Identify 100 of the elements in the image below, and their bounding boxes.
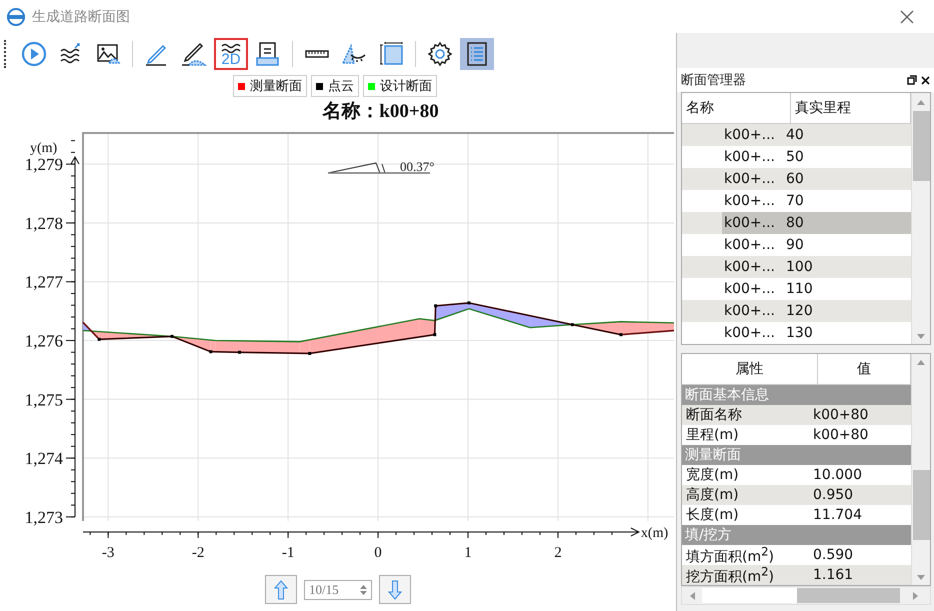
axis-label: -1 — [282, 545, 294, 561]
table-cell-text: k00+... — [723, 236, 776, 255]
section-row[interactable]: k00+... 120 — [682, 300, 911, 322]
property-row[interactable]: 断面名称 k00+80 — [682, 405, 911, 425]
point-marker — [467, 301, 470, 304]
property-value: 0.590 — [812, 547, 854, 563]
table-cell-text: 90 — [785, 236, 805, 255]
property-name: 高度(m) — [685, 486, 740, 504]
table-cell-text: k00+... — [723, 126, 776, 145]
axis-label: 1,276 — [24, 332, 63, 351]
square-icon — [378, 41, 404, 67]
scroll-arrow-icon[interactable] — [917, 574, 925, 580]
property-row[interactable]: 高度(m) 0.950 — [682, 485, 911, 505]
point-marker — [238, 350, 242, 354]
section-row[interactable]: k00+... 60 — [682, 168, 911, 190]
property-value: 11.704 — [812, 507, 863, 523]
window-title: 生成道路断面图 — [32, 8, 131, 26]
play-icon — [21, 41, 47, 67]
scroll-arrow-icon[interactable] — [917, 360, 925, 365]
axis-label: 0 — [374, 545, 382, 561]
column-header[interactable]: 名称 — [682, 93, 791, 123]
table-cell-text: 60 — [785, 170, 805, 189]
axis-label: 1,275 — [24, 390, 63, 410]
scroll-thumb[interactable] — [912, 470, 930, 540]
arrow-down-icon — [388, 580, 402, 600]
property-name: 挖方面积(m$^{2}$) — [685, 564, 775, 586]
chart-title: 名称：k00+80 — [321, 100, 440, 124]
property-value: 0.950 — [812, 487, 854, 503]
group-header: 断面基本信息 — [682, 385, 911, 405]
axis-label: 1,279 — [24, 155, 63, 174]
axis-label: -3 — [102, 545, 114, 561]
axis-label: 1,273 — [24, 508, 63, 527]
table-cell-text: k00+... — [723, 258, 776, 277]
property-value: 1.161 — [812, 567, 854, 583]
table-cell-text: k00+... — [723, 148, 776, 167]
table-cell: 80 — [782, 212, 911, 234]
scrollbar[interactable] — [681, 586, 931, 605]
legend-label: 测量断面 — [250, 78, 302, 95]
property-value: k00+80 — [812, 407, 870, 423]
toolbar-button[interactable] — [460, 38, 494, 70]
scroll-arrow-icon[interactable] — [690, 592, 694, 600]
point-marker — [308, 352, 312, 355]
scroll-thumb[interactable] — [912, 111, 930, 181]
table-cell-text: 70 — [785, 192, 805, 211]
point-marker — [434, 304, 438, 308]
table-cell-text: k00+... — [723, 302, 776, 321]
group-header: 测量断面 — [682, 445, 911, 465]
property-name: 长度(m) — [685, 506, 740, 524]
axis-label: -2 — [192, 545, 204, 561]
previous-button[interactable] — [265, 575, 297, 604]
property-name: 填方面积(m$^{2}$) — [685, 544, 775, 566]
table-cell-text: 50 — [785, 148, 805, 167]
cut-area — [83, 322, 92, 332]
axis-title: x(m) — [640, 526, 668, 541]
section-row[interactable]: k00+... 100 — [682, 256, 911, 278]
point-marker — [98, 338, 101, 341]
section-row[interactable]: k00+... 40 — [682, 124, 911, 146]
table-cell-text: k00+... — [723, 280, 776, 299]
property-name: 宽度(m) — [685, 466, 740, 484]
table-cell-text: 40 — [785, 126, 805, 145]
scroll-arrow-icon[interactable] — [917, 100, 925, 104]
point-marker — [209, 350, 212, 354]
document-icon — [255, 41, 281, 67]
scroll-arrow-icon[interactable] — [917, 334, 925, 338]
axis-label: 1,274 — [24, 449, 63, 468]
scrollbar[interactable] — [911, 93, 930, 344]
axis-label: 1,278 — [24, 214, 63, 233]
wave-icon — [221, 42, 241, 52]
point-marker — [619, 333, 622, 336]
tool-label: 2D — [221, 52, 241, 66]
table-cell-text: k00+... — [723, 324, 776, 343]
page-spinner[interactable]: 10/15 — [304, 580, 372, 600]
scroll-arrow-icon[interactable] — [912, 592, 918, 600]
slope-label: 00.37° — [400, 159, 434, 174]
axis-label: 1,277 — [24, 272, 63, 292]
property-value: 10.000 — [812, 467, 863, 483]
axis-label: 1 — [464, 545, 472, 561]
column-header[interactable]: 属性 — [682, 354, 818, 384]
group-header: 填/挖方 — [682, 525, 911, 545]
property-name: 里程(m) — [685, 426, 740, 444]
arrow-up-icon — [274, 580, 288, 600]
next-button[interactable] — [379, 575, 411, 604]
settings-icon — [427, 41, 453, 67]
property-name: 断面名称 — [685, 406, 743, 424]
property-value: k00+80 — [812, 427, 870, 443]
property-row[interactable]: 挖方面积(m$^{2}$) 1.161 — [682, 565, 911, 585]
legend-label: 点云 — [328, 78, 354, 95]
app-logo — [6, 6, 26, 26]
scroll-thumb[interactable] — [797, 588, 900, 603]
section-row[interactable]: k00+... 80 — [682, 212, 911, 234]
table-cell-text: 110 — [785, 280, 814, 299]
scrollbar[interactable] — [911, 354, 930, 585]
table-cell-text: k00+... — [723, 170, 776, 189]
restore-icon[interactable] — [907, 75, 917, 85]
panel-title: 断面管理器 — [681, 72, 747, 89]
table-cell-text: k00+... — [723, 192, 776, 211]
close-icon[interactable] — [921, 76, 930, 84]
table-cell-text: 120 — [785, 302, 814, 321]
point-marker — [433, 333, 436, 336]
axis-title: y(m) — [30, 141, 58, 156]
